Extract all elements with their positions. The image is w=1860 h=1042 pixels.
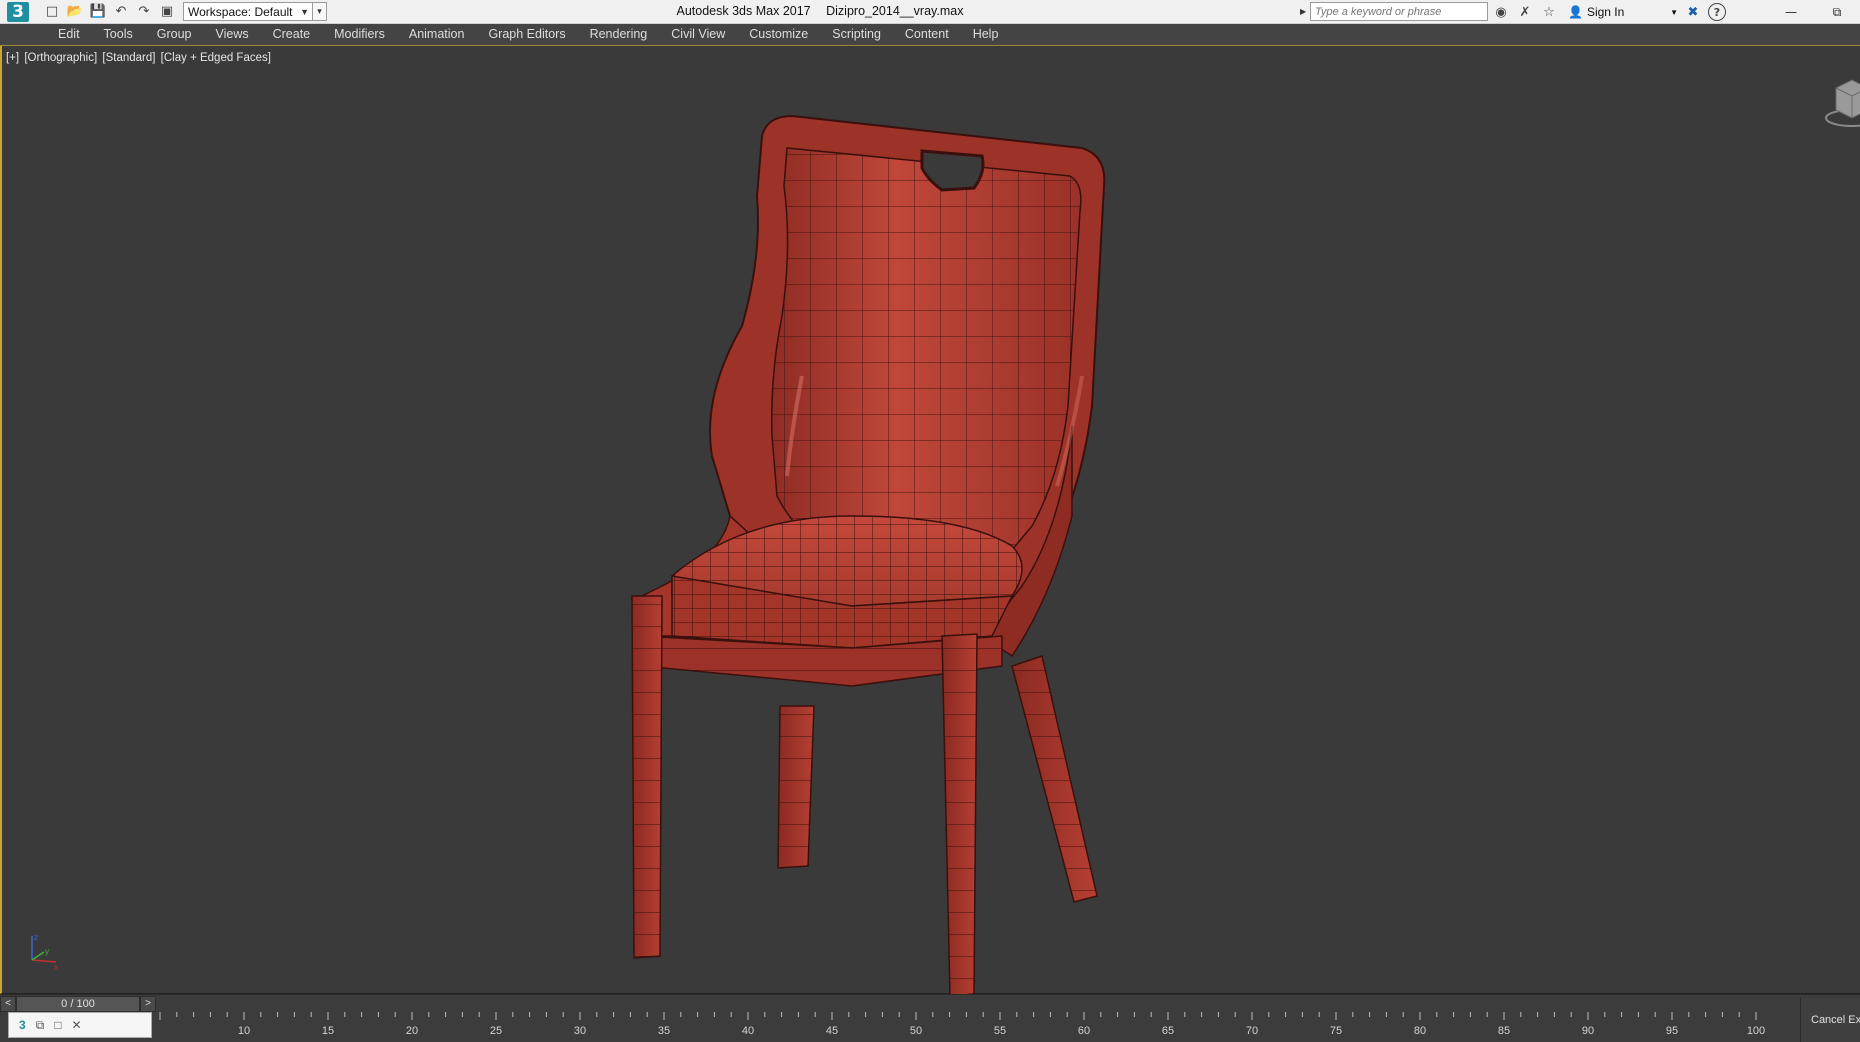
redo-icon[interactable]: ↷	[134, 2, 154, 22]
infocenter-search: ▶	[1300, 2, 1488, 21]
viewport-point-of-view-menu[interactable]: [Orthographic]	[24, 52, 97, 64]
quick-access-toolbar: □ 📂 💾 ↶ ↷ ▣	[42, 2, 177, 22]
chair-model[interactable]	[602, 76, 1122, 1026]
menu-views[interactable]: Views	[203, 24, 260, 45]
workspace-label: Workspace: Default	[188, 4, 293, 19]
chevron-down-icon: ▼	[300, 6, 309, 17]
perspective-viewport[interactable]: [+] [Orthographic] [Standard] [Clay + Ed…	[0, 46, 1860, 997]
tick-label: 100	[1747, 1025, 1765, 1037]
svg-text:y: y	[45, 947, 49, 956]
svg-text:z: z	[34, 933, 38, 942]
app-logo-mark: 3	[7, 1, 29, 22]
next-frame-button[interactable]: >	[140, 995, 156, 1012]
tick-label: 50	[910, 1025, 922, 1037]
menu-help[interactable]: Help	[961, 24, 1011, 45]
time-slider-row: < 0 / 100 >	[0, 994, 1860, 1012]
search-input[interactable]	[1310, 2, 1488, 21]
exchange-apps-icon[interactable]: ✖	[1684, 2, 1702, 22]
tick-label: 30	[574, 1025, 586, 1037]
menu-content[interactable]: Content	[893, 24, 961, 45]
menu-group[interactable]: Group	[145, 24, 204, 45]
tick-label: 25	[490, 1025, 502, 1037]
previous-frame-button[interactable]: <	[0, 995, 16, 1012]
viewport-shading-menu[interactable]: [Clay + Edged Faces]	[161, 52, 271, 64]
project-icon[interactable]: ▣	[157, 2, 177, 22]
app-logo[interactable]: 3	[0, 0, 36, 24]
viewport-general-menu[interactable]: [+]	[6, 52, 19, 64]
binoculars-icon[interactable]: ◉	[1492, 2, 1510, 22]
save-icon[interactable]: 💾	[88, 2, 108, 22]
minimize-icon[interactable]: —	[1768, 0, 1814, 24]
menu-scripting[interactable]: Scripting	[820, 24, 893, 45]
restore-icon[interactable]: ⧉	[1814, 0, 1860, 24]
max-logo-icon: 3	[19, 1018, 26, 1032]
menu-civil-view[interactable]: Civil View	[659, 24, 737, 45]
maxscript-mini-listener[interactable]: 3 ⧉ □ ✕	[8, 1012, 152, 1038]
tick-label: 45	[826, 1025, 838, 1037]
undo-icon[interactable]: ↶	[111, 2, 131, 22]
user-icon: 👤	[1568, 5, 1583, 19]
time-slider[interactable]: 0 / 100	[16, 995, 140, 1012]
menu-edit[interactable]: Edit	[46, 24, 92, 45]
infocenter-icons: ◉ ✗ ☆ 👤 Sign In ▼ ✖ ?	[1492, 2, 1726, 22]
track-bar-row: 3 ⧉ □ ✕ 10 15 20 25 30 35 40 45 50 55 60 65 70 75 80 85…	[0, 998, 1860, 1042]
sign-in-button[interactable]: 👤 Sign In ▼	[1568, 5, 1678, 19]
menu-graph-editors[interactable]: Graph Editors	[476, 24, 577, 45]
workspace-dropdown[interactable]: Workspace: Default ▼	[183, 2, 313, 21]
tick-label: 80	[1414, 1025, 1426, 1037]
sign-in-label: Sign In	[1586, 5, 1625, 19]
tick-label: 35	[658, 1025, 670, 1037]
tick-label: 60	[1078, 1025, 1090, 1037]
help-icon: ?	[1708, 3, 1726, 21]
menu-rendering[interactable]: Rendering	[578, 24, 660, 45]
favorites-star-icon[interactable]: ☆	[1540, 2, 1558, 22]
close-icon[interactable]: ✕	[72, 1018, 82, 1032]
tick-label: 85	[1498, 1025, 1510, 1037]
blank-icon: □	[54, 1018, 62, 1032]
tick-label: 90	[1582, 1025, 1594, 1037]
menu-create[interactable]: Create	[261, 24, 323, 45]
window-icon: ⧉	[35, 1017, 45, 1032]
file-name: Dizipro_2014__vray.max	[826, 4, 964, 18]
tick-label: 75	[1330, 1025, 1342, 1037]
tick-label: 95	[1666, 1025, 1678, 1037]
help-button[interactable]: ?	[1708, 2, 1726, 22]
workspace-menu-icon[interactable]: ▾	[313, 2, 327, 21]
app-title: Autodesk 3ds Max 2017	[676, 4, 811, 18]
open-file-icon[interactable]: 📂	[65, 2, 85, 22]
tick-label: 20	[406, 1025, 418, 1037]
chevron-down-icon: ▼	[1670, 7, 1678, 17]
svg-text:x: x	[54, 963, 58, 972]
tick-label: 15	[322, 1025, 334, 1037]
axis-tripod-icon: z y x	[31, 933, 58, 972]
viewport-label: [+] [Orthographic] [Standard] [Clay + Ed…	[6, 52, 273, 64]
track-bar[interactable]: 10 15 20 25 30 35 40 45 50 55 60 65 70 75 80 85 90 95 100	[156, 1012, 1800, 1042]
viewport-standard-menu[interactable]: [Standard]	[102, 52, 155, 64]
tick-label: 10	[238, 1025, 250, 1037]
menu-bar: Edit Tools Group Views Create Modifiers …	[0, 24, 1860, 45]
tick-label: 70	[1246, 1025, 1258, 1037]
menu-modifiers[interactable]: Modifiers	[322, 24, 397, 45]
menu-customize[interactable]: Customize	[737, 24, 820, 45]
viewcube-icon[interactable]	[1822, 70, 1860, 130]
window-controls: — ⧉	[1768, 0, 1860, 24]
new-file-icon[interactable]: □	[42, 2, 62, 22]
communication-center-icon[interactable]: ✗	[1516, 2, 1534, 22]
tick-label: 40	[742, 1025, 754, 1037]
tick-label: 65	[1162, 1025, 1174, 1037]
search-expand-icon[interactable]: ▶	[1300, 2, 1310, 21]
3ds-max-window: 3 □ 📂 💾 ↶ ↷ ▣ Workspace: Default ▼ ▾ Aut…	[0, 0, 1860, 1042]
menu-animation[interactable]: Animation	[397, 24, 477, 45]
tick-label: 55	[994, 1025, 1006, 1037]
title-bar: 3 □ 📂 💾 ↶ ↷ ▣ Workspace: Default ▼ ▾ Aut…	[0, 0, 1860, 24]
cancel-expert-mode-button[interactable]: Cancel Exp	[1800, 998, 1860, 1042]
menu-tools[interactable]: Tools	[92, 24, 145, 45]
